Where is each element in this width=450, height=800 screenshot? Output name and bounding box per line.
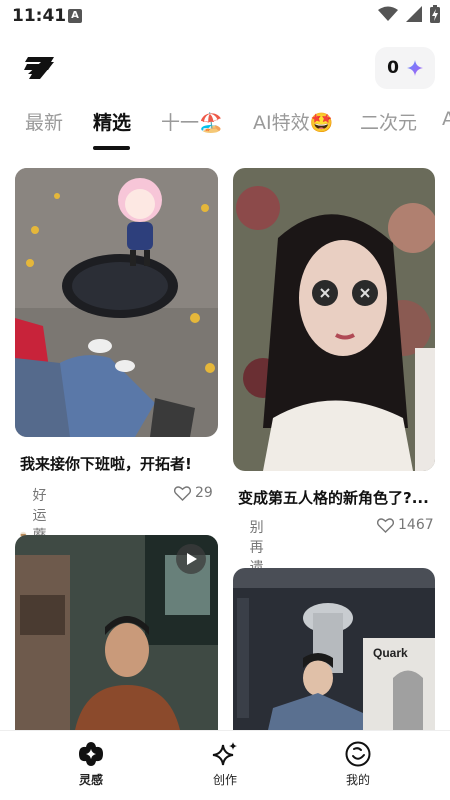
wifi-icon <box>378 6 398 21</box>
status-bar: 11:41 A <box>0 0 450 32</box>
play-icon[interactable] <box>176 544 206 574</box>
nav-label: 我的 <box>345 773 370 787</box>
nav-inspiration[interactable]: 灵感 <box>61 741 121 788</box>
card-thumbnail[interactable]: Quark <box>233 568 435 730</box>
nav-label: 创作 <box>212 773 237 787</box>
like-button[interactable]: 29 <box>174 485 213 501</box>
status-icons <box>378 5 440 23</box>
notification-icon: A <box>68 9 82 23</box>
lightning-logo-icon[interactable] <box>24 54 58 82</box>
tab-national-day[interactable]: 十一🏖️ <box>161 108 223 142</box>
battery-charging-icon <box>430 5 440 23</box>
tab-ai-effects[interactable]: AI特效🤩 <box>253 108 333 142</box>
tab-more[interactable]: A <box>442 108 450 142</box>
sparkle-create-icon <box>212 742 237 766</box>
like-count: 29 <box>195 485 213 501</box>
status-time: 11:41 <box>12 6 67 26</box>
tab-anime[interactable]: 二次元 <box>360 108 417 142</box>
points-button[interactable]: 0 <box>375 47 435 89</box>
points-value: 0 <box>387 58 399 78</box>
like-count: 1467 <box>398 517 434 533</box>
heart-icon <box>174 485 191 501</box>
category-tabs: 最新 精选 十一🏖️ AI特效🤩 二次元 A <box>0 100 450 150</box>
bottom-navigation: 灵感 创作 我的 <box>0 730 450 800</box>
heart-icon <box>377 517 394 533</box>
inspiration-icon <box>79 742 103 766</box>
nav-label: 灵感 <box>78 773 103 787</box>
tab-featured[interactable]: 精选 <box>93 108 131 142</box>
signal-icon <box>406 6 422 22</box>
sparkle-icon <box>406 60 423 76</box>
card-thumbnail[interactable] <box>15 168 218 437</box>
nav-create[interactable]: 创作 <box>195 741 255 788</box>
nav-profile[interactable]: 我的 <box>328 741 388 788</box>
active-tab-indicator <box>93 146 130 150</box>
profile-face-icon <box>345 741 371 767</box>
thumbnail-watermark-text: Quark <box>373 646 408 660</box>
card-thumbnail[interactable] <box>15 535 218 730</box>
card-title[interactable]: 变成第五人格的新角色了?... <box>238 487 433 508</box>
card-thumbnail[interactable] <box>233 168 435 471</box>
like-button[interactable]: 1467 <box>377 517 434 533</box>
card-title[interactable]: 我来接你下班啦，开拓者! <box>20 453 218 474</box>
tab-latest[interactable]: 最新 <box>25 108 63 142</box>
